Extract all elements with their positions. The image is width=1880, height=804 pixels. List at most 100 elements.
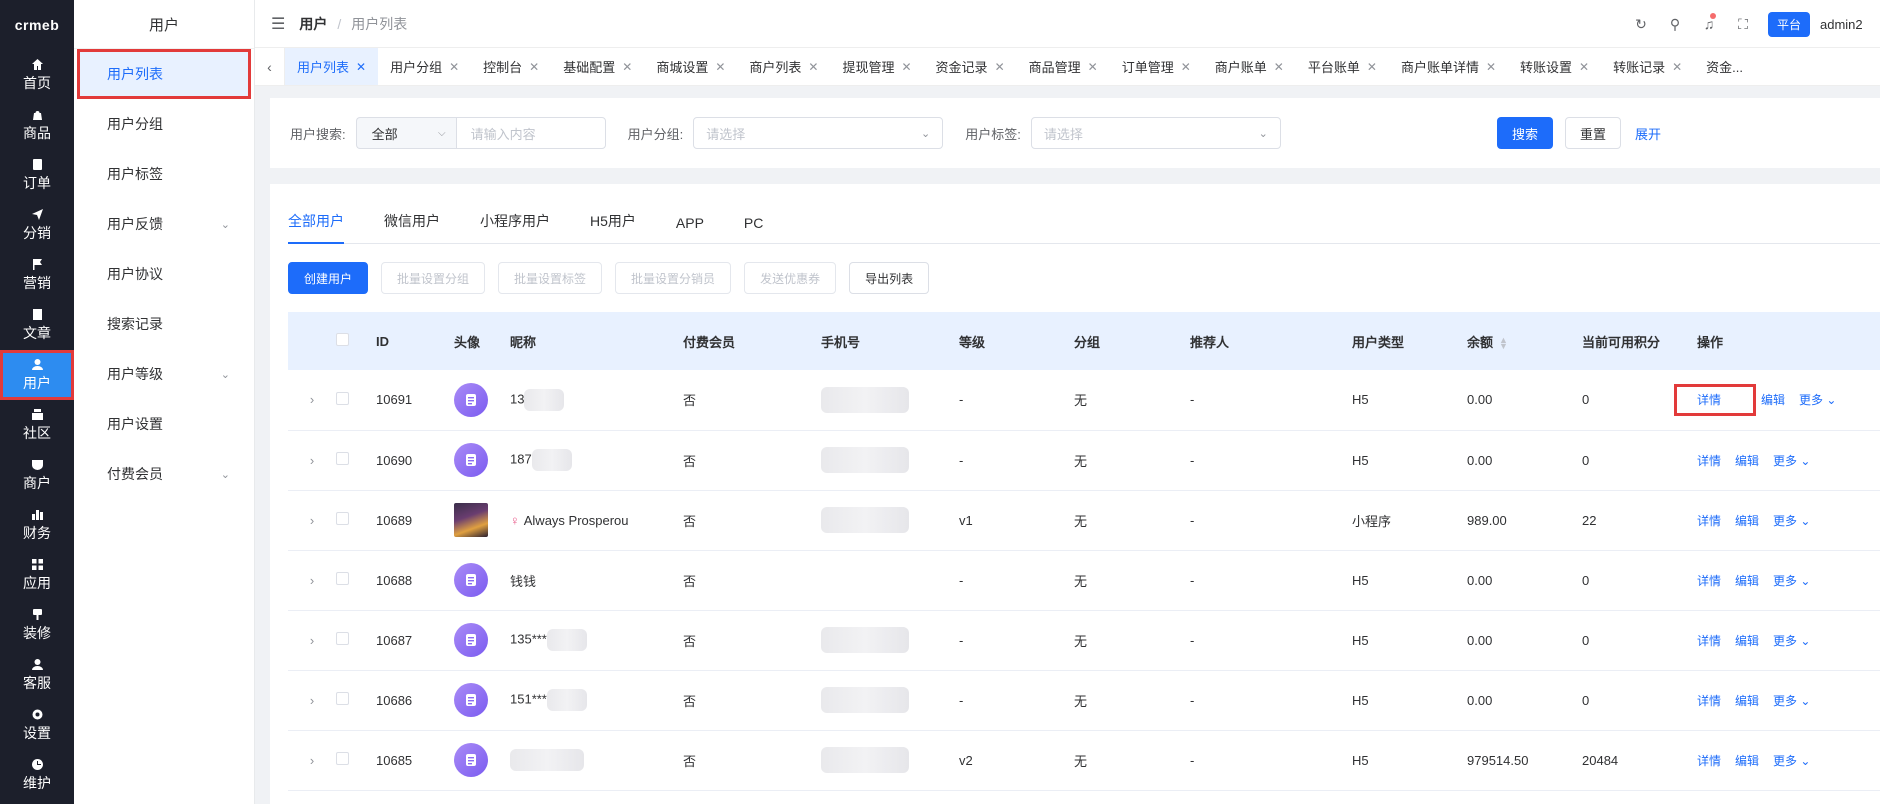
refresh-icon[interactable]: ↻ — [1624, 16, 1658, 33]
tab-4[interactable]: 商城设置 ✕ — [644, 48, 737, 85]
edit-button[interactable]: 编辑 — [1735, 514, 1759, 528]
sidebar-item-14[interactable]: 维护 — [0, 750, 74, 800]
user-tab-0[interactable]: 全部用户 — [288, 211, 344, 244]
table-row[interactable]: › 10686 151*** 否 - 无 - H5 0.00 0 详情 编辑 更多 ⌄ — [288, 670, 1880, 731]
tabs-scroll-left-icon[interactable]: ‹ — [255, 48, 285, 85]
sidebar-item-7[interactable]: 社区 — [0, 400, 74, 450]
edit-button[interactable]: 编辑 — [1761, 393, 1785, 407]
fullscreen-icon[interactable]: ⛶ — [1726, 16, 1760, 33]
submenu-item-1[interactable]: 用户分组 — [74, 99, 254, 149]
sidebar-item-3[interactable]: 分销 — [0, 200, 74, 250]
row-checkbox[interactable] — [336, 752, 349, 765]
detail-button[interactable]: 详情 — [1697, 574, 1721, 588]
tab-15[interactable]: 资金... — [1694, 48, 1755, 85]
sidebar-item-1[interactable]: 商品 — [0, 100, 74, 150]
submenu-item-0[interactable]: 用户列表 — [77, 49, 251, 99]
table-row[interactable]: › 10691 13 否 - 无 - H5 0.00 0 详情 编辑 更多 ⌄ — [288, 370, 1880, 431]
close-icon[interactable]: ✕ — [715, 60, 725, 74]
sidebar-item-8[interactable]: 商户 — [0, 450, 74, 500]
submenu-item-3[interactable]: 用户反馈 ⌄ — [74, 199, 254, 249]
expand-row-icon[interactable]: › — [310, 633, 314, 648]
expand-link[interactable]: 展开 — [1635, 124, 1661, 143]
close-icon[interactable]: ✕ — [449, 60, 459, 74]
batch-group-button[interactable]: 批量设置分组 — [381, 262, 486, 294]
sidebar-item-9[interactable]: 财务 — [0, 500, 74, 550]
close-icon[interactable]: ✕ — [529, 60, 539, 74]
search-type-select[interactable]: 全部 ⌵ — [355, 117, 456, 149]
tab-2[interactable]: 控制台 ✕ — [471, 48, 551, 85]
row-checkbox[interactable] — [336, 572, 349, 585]
close-icon[interactable]: ✕ — [808, 60, 818, 74]
more-button[interactable]: 更多 ⌄ — [1773, 574, 1810, 588]
expand-row-icon[interactable]: › — [310, 573, 314, 588]
export-button[interactable]: 导出列表 — [849, 262, 930, 294]
table-row[interactable]: › 10685 否 v2 无 - H5 979514.50 20484 详情 编辑 更多 ⌄ — [288, 730, 1880, 791]
close-icon[interactable]: ✕ — [356, 60, 366, 74]
detail-button[interactable]: 详情 — [1697, 634, 1721, 648]
tab-9[interactable]: 订单管理 ✕ — [1110, 48, 1203, 85]
tab-12[interactable]: 商户账单详情 ✕ — [1389, 48, 1508, 85]
close-icon[interactable]: ✕ — [1486, 60, 1496, 74]
submenu-item-2[interactable]: 用户标签 — [74, 149, 254, 199]
select-all-checkbox[interactable] — [336, 333, 349, 346]
detail-button[interactable]: 详情 — [1673, 384, 1757, 417]
row-checkbox[interactable] — [336, 452, 349, 465]
expand-row-icon[interactable]: › — [310, 753, 314, 768]
platform-badge[interactable]: 平台 — [1767, 11, 1810, 37]
user-tab-2[interactable]: 小程序用户 — [480, 211, 550, 243]
tab-0[interactable]: 用户列表 ✕ — [285, 48, 379, 85]
submenu-item-7[interactable]: 用户设置 — [74, 399, 254, 449]
submenu-item-4[interactable]: 用户协议 — [74, 249, 254, 299]
expand-row-icon[interactable]: › — [310, 693, 314, 708]
bell-icon[interactable]: ♫ — [1692, 13, 1726, 32]
edit-button[interactable]: 编辑 — [1735, 454, 1759, 468]
row-checkbox[interactable] — [336, 692, 349, 705]
sort-icon[interactable]: ▲ ▼ — [1499, 336, 1508, 351]
submenu-item-5[interactable]: 搜索记录 — [74, 299, 254, 349]
reset-button[interactable]: 重置 — [1565, 117, 1621, 149]
sidebar-item-13[interactable]: 设置 — [0, 700, 74, 750]
table-row[interactable]: › 10689 ♀ Always Prosperou 否 v1 无 - 小程序 989.00 22 详… — [288, 490, 1880, 551]
tab-5[interactable]: 商户列表 ✕ — [737, 48, 830, 85]
edit-button[interactable]: 编辑 — [1735, 694, 1759, 708]
close-icon[interactable]: ✕ — [1274, 60, 1284, 74]
user-tab-3[interactable]: H5用户 — [590, 211, 636, 243]
close-icon[interactable]: ✕ — [622, 60, 632, 74]
row-checkbox[interactable] — [336, 512, 349, 525]
submenu-item-6[interactable]: 用户等级 ⌄ — [74, 349, 254, 399]
sidebar-item-11[interactable]: 装修 — [0, 600, 74, 650]
more-button[interactable]: 更多 ⌄ — [1773, 514, 1810, 528]
search-icon[interactable]: ⚲ — [1658, 16, 1692, 33]
sidebar-item-0[interactable]: 首页 — [0, 50, 74, 100]
close-icon[interactable]: ✕ — [1088, 60, 1098, 74]
sidebar-item-12[interactable]: 客服 — [0, 650, 74, 700]
edit-button[interactable]: 编辑 — [1735, 574, 1759, 588]
sidebar-item-2[interactable]: 订单 — [0, 150, 74, 200]
detail-button[interactable]: 详情 — [1697, 694, 1721, 708]
send-coupon-button[interactable]: 发送优惠券 — [744, 262, 837, 294]
table-row[interactable]: › 10688 钱钱否 - 无 - H5 0.00 0 详情 编辑 更多 ⌄ — [288, 550, 1880, 611]
expand-row-icon[interactable]: › — [310, 392, 314, 407]
batch-distributor-button[interactable]: 批量设置分销员 — [615, 262, 732, 294]
search-button[interactable]: 搜索 — [1497, 117, 1553, 149]
detail-button[interactable]: 详情 — [1697, 454, 1721, 468]
tab-7[interactable]: 资金记录 ✕ — [924, 48, 1017, 85]
tab-11[interactable]: 平台账单 ✕ — [1296, 48, 1389, 85]
balance-col-header[interactable]: 余额 ▲ ▼ — [1467, 312, 1582, 370]
detail-button[interactable]: 详情 — [1697, 514, 1721, 528]
close-icon[interactable]: ✕ — [1181, 60, 1191, 74]
close-icon[interactable]: ✕ — [1672, 60, 1682, 74]
tab-1[interactable]: 用户分组 ✕ — [378, 48, 471, 85]
group-select[interactable]: 请选择 ⌄ — [693, 117, 944, 149]
expand-row-icon[interactable]: › — [310, 513, 314, 528]
batch-tag-button[interactable]: 批量设置标签 — [498, 262, 603, 294]
table-row[interactable]: › 10687 135*** 否 - 无 - H5 0.00 0 详情 编辑 更多 ⌄ — [288, 610, 1880, 671]
sidebar-item-10[interactable]: 应用 — [0, 550, 74, 600]
sidebar-item-4[interactable]: 营销 — [0, 250, 74, 300]
create-user-button[interactable]: 创建用户 — [288, 262, 369, 294]
tab-6[interactable]: 提现管理 ✕ — [830, 48, 923, 85]
more-button[interactable]: 更多 ⌄ — [1773, 454, 1810, 468]
close-icon[interactable]: ✕ — [995, 60, 1005, 74]
user-tab-1[interactable]: 微信用户 — [384, 211, 440, 243]
tab-13[interactable]: 转账设置 ✕ — [1508, 48, 1601, 85]
